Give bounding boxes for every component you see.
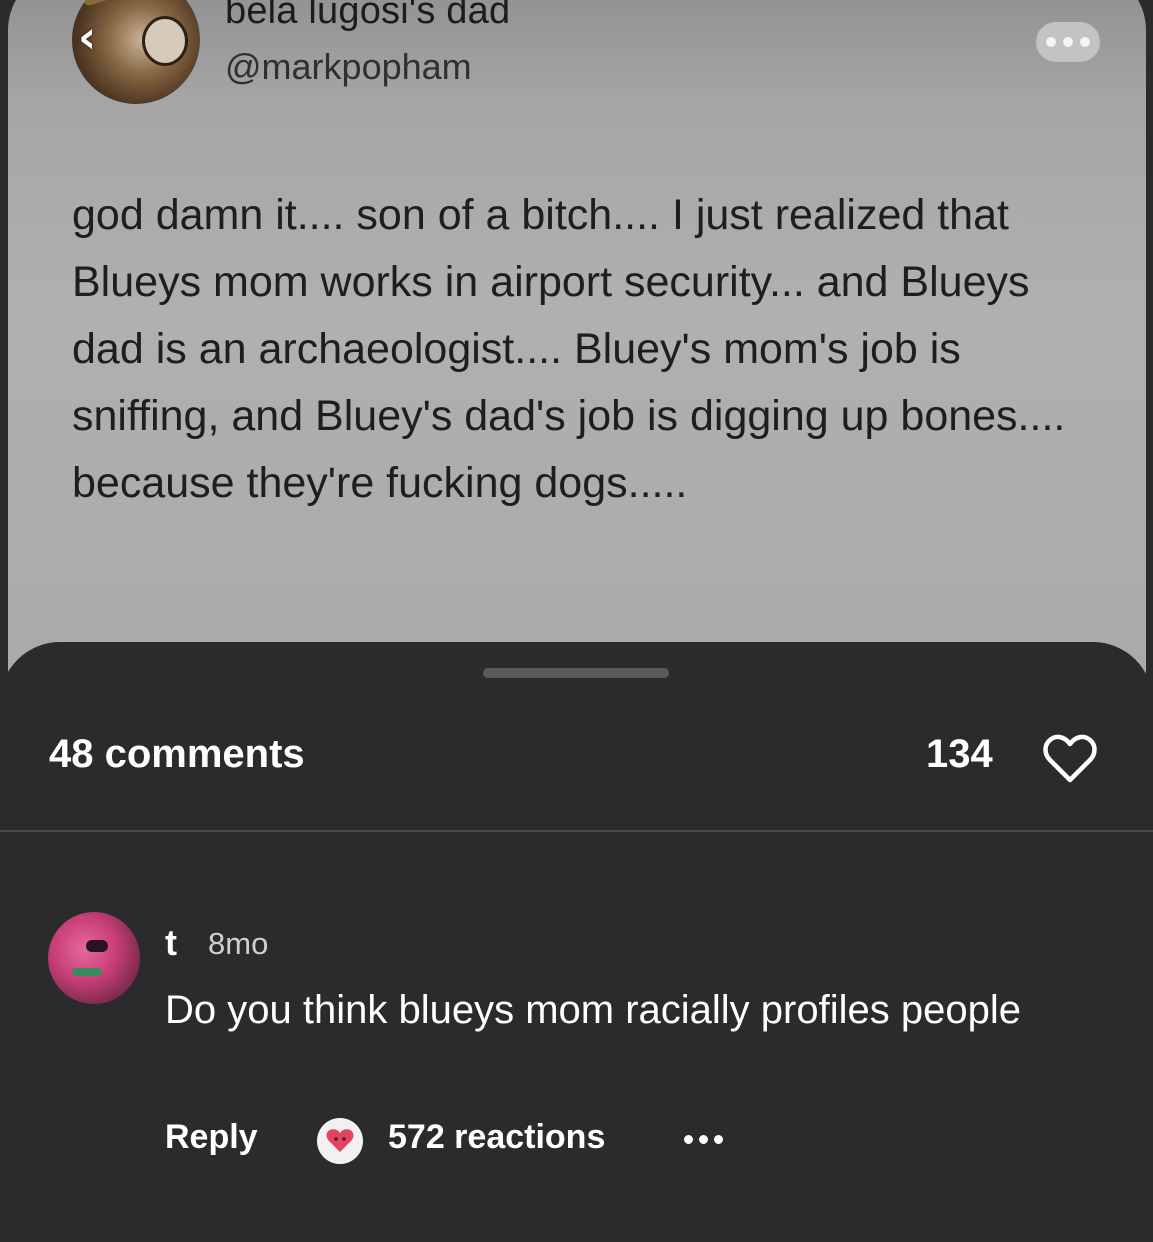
divider xyxy=(0,830,1153,832)
comment-more-button[interactable] xyxy=(684,1124,723,1154)
sheet-grabber-handle[interactable] xyxy=(483,668,669,678)
ellipsis-icon xyxy=(1046,37,1056,47)
author-handle[interactable]: @markpopham xyxy=(225,46,472,88)
post-card: ‹ bela lugosi's dad @markpopham god damn… xyxy=(8,0,1146,730)
ellipsis-icon xyxy=(1080,37,1090,47)
comment-text: Do you think blueys mom racially profile… xyxy=(165,988,1021,1032)
comments-sheet: 48 comments 134 t 8mo Do you think bluey… xyxy=(0,642,1153,1242)
comment-timestamp: 8mo xyxy=(208,926,269,961)
likes-count: 134 xyxy=(926,732,993,776)
ellipsis-icon xyxy=(1063,37,1073,47)
ellipsis-icon xyxy=(684,1134,693,1144)
comment-username[interactable]: t xyxy=(165,922,177,964)
avatar-face xyxy=(142,16,188,66)
comments-count: 48 comments xyxy=(49,732,305,776)
post-more-button[interactable] xyxy=(1036,22,1100,62)
avatar-detail xyxy=(86,940,108,952)
heart-outline-icon[interactable] xyxy=(1042,734,1098,784)
commenter-avatar[interactable] xyxy=(48,912,140,1004)
ellipsis-icon xyxy=(714,1134,723,1144)
avatar-badge xyxy=(81,0,143,7)
author-display-name[interactable]: bela lugosi's dad xyxy=(225,0,510,33)
heart-face-icon[interactable] xyxy=(317,1118,363,1164)
ellipsis-icon xyxy=(699,1134,708,1144)
reactions-count[interactable]: 572 reactions xyxy=(388,1118,605,1157)
post-text: god damn it.... son of a bitch.... I jus… xyxy=(72,191,1066,507)
avatar-detail xyxy=(72,968,102,976)
chevron-left-icon[interactable]: ‹ xyxy=(78,16,118,60)
reply-button[interactable]: Reply xyxy=(165,1118,258,1157)
